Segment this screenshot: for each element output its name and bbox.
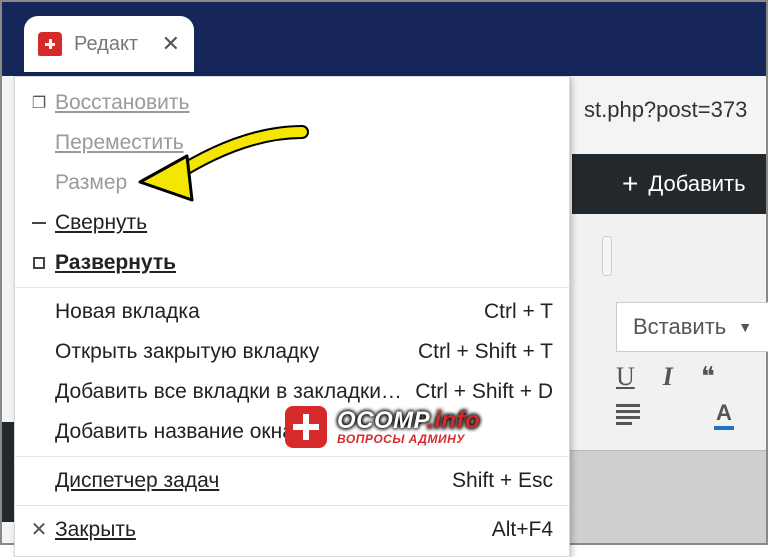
editor-toolbar-row2: A [616,400,732,426]
text-color-icon[interactable]: A [716,400,732,426]
menu-bookmark-all-shortcut: Ctrl + Shift + D [415,380,553,404]
menu-close-label: Закрыть [55,518,136,541]
window: Редакт ✕ st.php?post=373 + Добавить Вста… [2,2,766,543]
tab-favicon-icon [38,32,62,56]
menu-task-manager-label: Диспетчер задач [55,469,219,492]
menu-restore-label: Восстановить [55,91,189,114]
menu-minimize-label: Свернуть [55,211,147,234]
maximize-icon [23,257,55,269]
menu-separator [15,456,569,457]
menu-separator [15,505,569,506]
menu-new-tab-label: Новая вкладка [55,300,484,324]
wp-admin-bar: + Добавить [572,154,766,214]
menu-minimize[interactable]: Свернуть [15,203,569,243]
menu-size: Размер [15,163,569,203]
menu-separator [15,287,569,288]
menu-reopen-tab-label: Открыть закрытую вкладку [55,340,418,364]
italic-icon[interactable]: I [663,362,673,392]
menu-close[interactable]: ✕ Закрыть Alt+F4 [15,510,569,550]
browser-tab[interactable]: Редакт ✕ [24,16,194,72]
watermark-logo-icon [285,406,327,448]
tab-title: Редакт [74,33,138,56]
editor-toolbar-row1: U I ❝ [616,362,715,392]
menu-new-tab[interactable]: Новая вкладка Ctrl + T [15,292,569,332]
menu-task-manager[interactable]: Диспетчер задач Shift + Esc [15,461,569,501]
menu-move: Переместить [15,123,569,163]
restore-icon: ❐ [23,93,55,113]
tab-close-button[interactable]: ✕ [162,33,180,55]
close-icon: ✕ [23,520,55,540]
watermark-brand: OCOMP.info [337,409,480,433]
menu-reopen-tab-shortcut: Ctrl + Shift + T [418,340,553,364]
justify-icon[interactable] [616,404,640,422]
menu-new-tab-shortcut: Ctrl + T [484,300,553,324]
caret-down-icon: ▼ [738,319,752,335]
menu-task-manager-shortcut: Shift + Esc [452,469,553,493]
watermark-tagline: ВОПРОСЫ АДМИНУ [337,433,480,445]
minimize-icon [23,222,55,224]
insert-dropdown[interactable]: Вставить ▼ [616,302,768,352]
menu-maximize[interactable]: Развернуть [15,243,569,283]
menu-move-label: Переместить [55,131,184,154]
menu-maximize-label: Развернуть [55,251,176,274]
plus-icon: + [622,168,638,200]
menu-reopen-tab[interactable]: Открыть закрытую вкладку Ctrl + Shift + … [15,332,569,372]
menu-restore: ❐ Восстановить [15,83,569,123]
addressbar-fragment[interactable]: st.php?post=373 [584,97,747,123]
window-context-menu: ❐ Восстановить Переместить Размер Сверну… [14,76,570,557]
menu-bookmark-all-label: Добавить все вкладки в закладки… [55,380,415,404]
watermark: OCOMP.info ВОПРОСЫ АДМИНУ [285,406,480,448]
blockquote-icon[interactable]: ❝ [701,362,715,392]
menu-close-shortcut: Alt+F4 [492,518,553,542]
browser-titlebar: Редакт ✕ [2,2,766,76]
add-new-button[interactable]: Добавить [648,171,745,197]
truncated-button[interactable] [602,236,612,276]
insert-label: Вставить [633,314,726,340]
underline-icon[interactable]: U [616,362,635,392]
menu-size-label: Размер [55,171,553,195]
